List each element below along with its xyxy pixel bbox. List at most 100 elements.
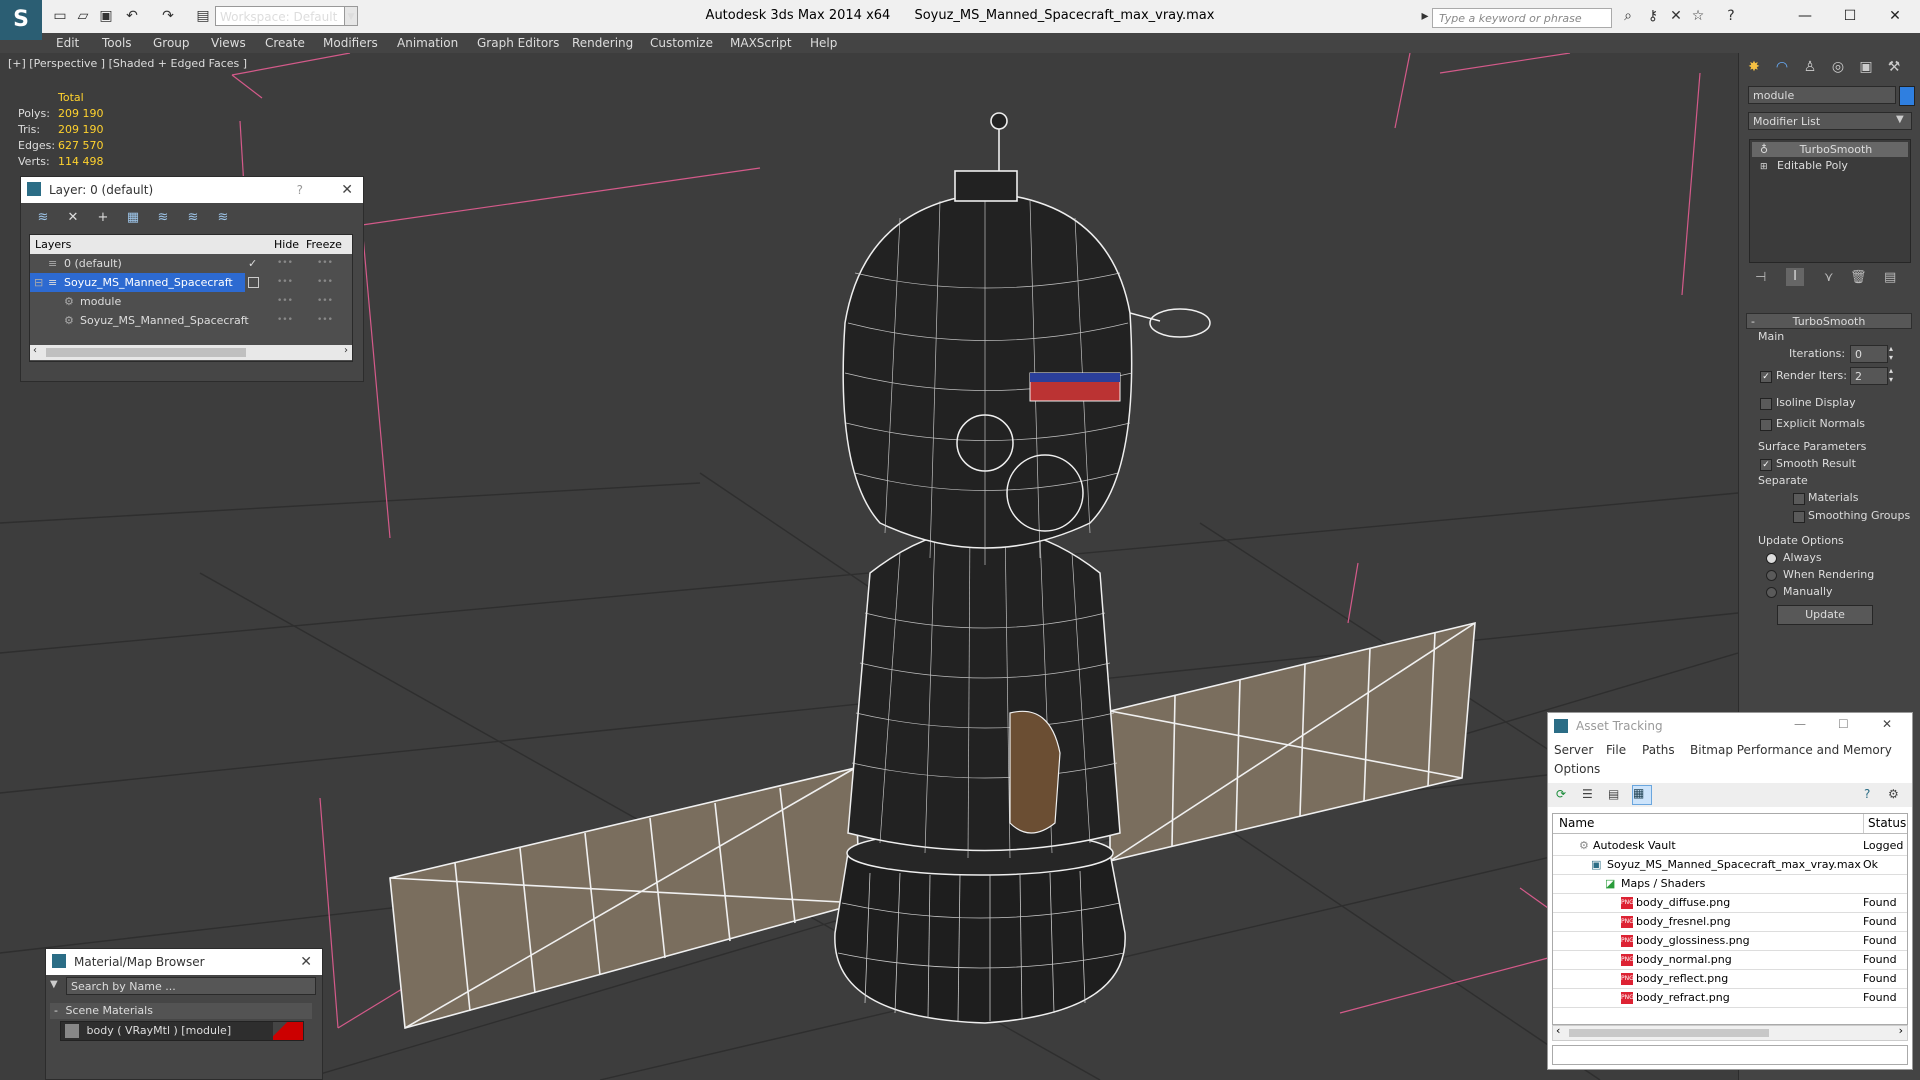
asset-row[interactable]: PNG body_fresnel.png Found	[1553, 912, 1907, 932]
menu-maxscript[interactable]: MAXScript	[730, 33, 792, 53]
render-iters-checkbox[interactable]: ✓	[1760, 371, 1772, 383]
thumbnail-icon[interactable]: ▤	[1608, 787, 1619, 801]
hide-all-icon[interactable]: ≋	[183, 209, 203, 227]
menu-graph-editors[interactable]: Graph Editors	[477, 33, 559, 53]
column-status[interactable]: Status	[1863, 814, 1906, 833]
menu-server[interactable]: Server	[1554, 743, 1593, 757]
layer-row[interactable]: ⚙ module ••• •••	[30, 292, 352, 311]
app-logo-icon[interactable]: S	[0, 0, 42, 40]
expand-icon[interactable]: ⊞	[1752, 162, 1768, 172]
chevron-down-icon[interactable]: ▼	[50, 979, 58, 990]
asset-row[interactable]: PNG body_normal.png Found	[1553, 950, 1907, 970]
smoothing-groups-checkbox[interactable]	[1793, 511, 1805, 523]
menu-help[interactable]: Help	[810, 33, 837, 53]
undo-icon[interactable]: ↶	[124, 8, 140, 24]
materials-checkbox[interactable]	[1793, 493, 1805, 505]
column-layers[interactable]: Layers	[35, 235, 71, 254]
layer-row[interactable]: ≡ 0 (default) ✓ ••• •••	[30, 254, 352, 273]
play-icon[interactable]: ▸	[1417, 8, 1433, 24]
scroll-thumb[interactable]	[1569, 1029, 1769, 1037]
freeze-toggle[interactable]: •••	[317, 273, 333, 292]
manually-radio[interactable]	[1766, 587, 1777, 598]
layer-window-titlebar[interactable]: Layer: 0 (default) ? ✕	[21, 177, 363, 203]
redo-icon[interactable]: ↷	[160, 8, 176, 24]
object-name-field[interactable]: module	[1748, 86, 1896, 104]
select-objects-icon[interactable]: ▦	[123, 209, 143, 227]
menu-rendering[interactable]: Rendering	[572, 33, 633, 53]
material-item[interactable]: body ( VRayMtl ) [module]	[60, 1021, 304, 1041]
menu-file[interactable]: File	[1606, 743, 1626, 757]
layer-row[interactable]: ⊟ ≡ Soyuz_MS_Manned_Spacecraft ••• •••	[30, 273, 352, 292]
spinner-arrows-icon[interactable]: ▴ ▾	[1889, 366, 1893, 384]
close-icon[interactable]: ✕	[1882, 717, 1892, 731]
hide-toggle[interactable]: •••	[277, 292, 293, 311]
material-search-input[interactable]: Search by Name ...	[66, 977, 316, 995]
material-browser-titlebar[interactable]: Material/Map Browser ✕	[46, 949, 322, 975]
column-name[interactable]: Name	[1559, 814, 1594, 833]
scroll-right-icon[interactable]: ›	[344, 345, 348, 356]
pin-stack-icon[interactable]: ⊣	[1755, 270, 1766, 285]
hide-toggle[interactable]: •••	[277, 254, 293, 273]
freeze-toggle[interactable]: •••	[317, 292, 333, 311]
asset-row[interactable]: PNG body_diffuse.png Found	[1553, 893, 1907, 913]
display-tab-icon[interactable]: ▣	[1855, 57, 1877, 77]
add-icon[interactable]: +	[93, 209, 113, 227]
hierarchy-tab-icon[interactable]: ♙	[1799, 57, 1821, 77]
key-icon[interactable]: ⚷	[1645, 8, 1661, 24]
help-icon[interactable]: ?	[1723, 8, 1739, 24]
column-hide[interactable]: Hide	[274, 235, 299, 254]
freeze-toggle[interactable]: •••	[317, 311, 333, 330]
light-bulb-icon[interactable]: ♁	[1752, 143, 1768, 156]
menu-animation[interactable]: Animation	[397, 33, 458, 53]
create-tab-icon[interactable]: ✸	[1743, 57, 1765, 77]
asset-row[interactable]: ⚙ Autodesk Vault Logged	[1553, 836, 1907, 856]
menu-customize[interactable]: Customize	[650, 33, 713, 53]
motion-tab-icon[interactable]: ◎	[1827, 57, 1849, 77]
scroll-right-icon[interactable]: ›	[1899, 1024, 1903, 1037]
settings-icon[interactable]: ⚙	[1888, 787, 1899, 801]
help-icon[interactable]: ?	[297, 177, 303, 203]
menu-paths[interactable]: Paths	[1642, 743, 1675, 757]
menu-modifiers[interactable]: Modifiers	[323, 33, 378, 53]
make-unique-icon[interactable]: ⋎	[1824, 270, 1834, 285]
asset-row[interactable]: ◪ Maps / Shaders	[1553, 874, 1907, 894]
isoline-display-checkbox[interactable]	[1760, 398, 1772, 410]
delete-icon[interactable]: ✕	[63, 209, 83, 227]
table-view-icon[interactable]: ▦	[1632, 785, 1652, 805]
new-file-icon[interactable]: ▭	[52, 8, 68, 24]
scroll-left-icon[interactable]: ‹	[1556, 1024, 1560, 1037]
asset-row[interactable]: ▣ Soyuz_MS_Manned_Spacecraft_max_vray.ma…	[1553, 855, 1907, 875]
stack-item-editable-poly[interactable]: ⊞ Editable Poly	[1752, 158, 1908, 173]
asset-row[interactable]: PNG body_glossiness.png Found	[1553, 931, 1907, 951]
open-file-icon[interactable]: ▱	[75, 8, 91, 24]
scroll-left-icon[interactable]: ‹	[33, 345, 37, 356]
asset-horizontal-scrollbar[interactable]: ‹ ›	[1552, 1024, 1908, 1041]
freeze-all-icon[interactable]: ≋	[213, 209, 233, 227]
menu-group[interactable]: Group	[153, 33, 190, 53]
maximize-button[interactable]: ☐	[1838, 717, 1849, 731]
scene-materials-header[interactable]: - Scene Materials	[50, 1003, 312, 1019]
smooth-result-checkbox[interactable]: ✓	[1760, 459, 1772, 471]
workspace-dropdown[interactable]: Workspace: Default	[215, 6, 355, 26]
render-iters-spinner[interactable]: 2	[1850, 367, 1888, 385]
asset-row[interactable]: PNG body_reflect.png Found	[1553, 969, 1907, 989]
current-layer-box[interactable]	[248, 277, 259, 288]
collapse-icon[interactable]: -	[1751, 314, 1755, 330]
list-icon[interactable]: ☰	[1582, 787, 1593, 801]
help-icon[interactable]: ?	[1864, 787, 1870, 801]
asset-path-field[interactable]	[1552, 1045, 1908, 1065]
update-button[interactable]: Update	[1777, 605, 1873, 625]
refresh-icon[interactable]: ⟳	[1556, 787, 1566, 801]
check-icon[interactable]: ✓	[248, 254, 257, 273]
explicit-normals-checkbox[interactable]	[1760, 419, 1772, 431]
when-rendering-radio[interactable]	[1766, 570, 1777, 581]
menu-edit[interactable]: Edit	[56, 33, 79, 53]
chevron-down-icon[interactable]: ▼	[344, 6, 358, 26]
always-radio[interactable]	[1766, 553, 1777, 564]
maximize-button[interactable]: ☐	[1830, 4, 1870, 28]
search-input[interactable]: Type a keyword or phrase	[1432, 8, 1612, 28]
expand-icon[interactable]: ⊟	[34, 273, 43, 292]
object-color-swatch[interactable]	[1899, 86, 1915, 106]
modify-tab-icon[interactable]: ◠	[1771, 57, 1793, 77]
collapse-icon[interactable]: -	[50, 1004, 58, 1017]
